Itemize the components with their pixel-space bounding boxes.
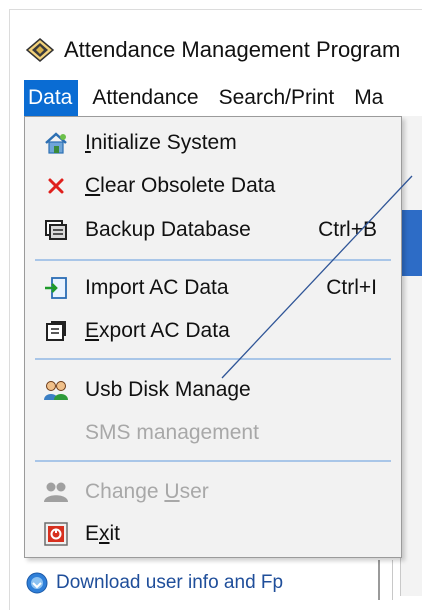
export-icon (46, 321, 66, 341)
menu-item-sms-management: SMS management (25, 413, 401, 453)
background-divider-light (392, 560, 393, 600)
users-icon (44, 381, 68, 400)
menu-item-label: Clear Obsolete Data (85, 174, 276, 197)
menu-item-label: Exit (85, 522, 121, 545)
menu-item-initialize-system[interactable]: Initialize System (25, 123, 401, 163)
menu-item-label: Export AC Data (85, 319, 230, 342)
menu-item-usb-disk-manage[interactable]: Usb Disk Manage (25, 370, 401, 410)
change-user-icon (44, 482, 68, 502)
menu-item-change-user: Change User (25, 472, 401, 512)
title-bar: Attendance Management Program (26, 30, 400, 70)
menu-item-label: Backup Database (85, 218, 251, 241)
data-dropdown-menu: Initialize System Clear Obsolete Data Ba… (24, 116, 402, 558)
import-icon (45, 277, 67, 299)
exit-icon (44, 522, 68, 546)
screenshot: Attendance Management Program Data Atten… (0, 0, 422, 610)
menu-separator (35, 460, 391, 462)
menu-item-export-ac-data[interactable]: Export AC Data (25, 311, 401, 351)
shortcut-label: Ctrl+B (318, 218, 377, 241)
menu-item-import-ac-data[interactable]: Import AC Data Ctrl+I (25, 268, 401, 308)
shortcut-label: Ctrl+I (326, 276, 377, 299)
menu-item-clear-obsolete-data[interactable]: Clear Obsolete Data (25, 166, 401, 206)
menu-bar: Data Attendance Search/Print Ma (24, 80, 422, 116)
menu-separator (35, 259, 391, 261)
menu-item-label: Change User (85, 480, 209, 503)
background-divider (378, 560, 380, 600)
menu-attendance[interactable]: Attendance (88, 80, 204, 116)
menu-data[interactable]: Data (24, 80, 79, 116)
menu-search-print[interactable]: Search/Print (215, 80, 341, 116)
menu-item-label: Usb Disk Manage (85, 378, 251, 401)
app-logo-icon (26, 38, 54, 62)
download-user-info-link[interactable]: Download user info and Fp (26, 568, 283, 598)
background-panel (400, 116, 422, 596)
house-icon (45, 132, 67, 154)
database-backup-icon (45, 220, 67, 240)
red-x-icon (48, 178, 64, 194)
download-icon (26, 572, 48, 594)
menu-item-label: Import AC Data (85, 276, 229, 299)
menu-item-backup-database[interactable]: Backup Database Ctrl+B (25, 210, 401, 250)
window-title: Attendance Management Program (64, 37, 401, 62)
menu-separator (35, 358, 391, 360)
menu-item-exit[interactable]: Exit (25, 514, 401, 554)
menu-item-label: Initialize System (85, 131, 237, 154)
menu-item-label: SMS management (85, 421, 259, 444)
menu-maintenance[interactable]: Ma (350, 80, 389, 116)
download-link-label: Download user info and Fp (56, 572, 284, 593)
background-blue-bar (400, 210, 422, 276)
